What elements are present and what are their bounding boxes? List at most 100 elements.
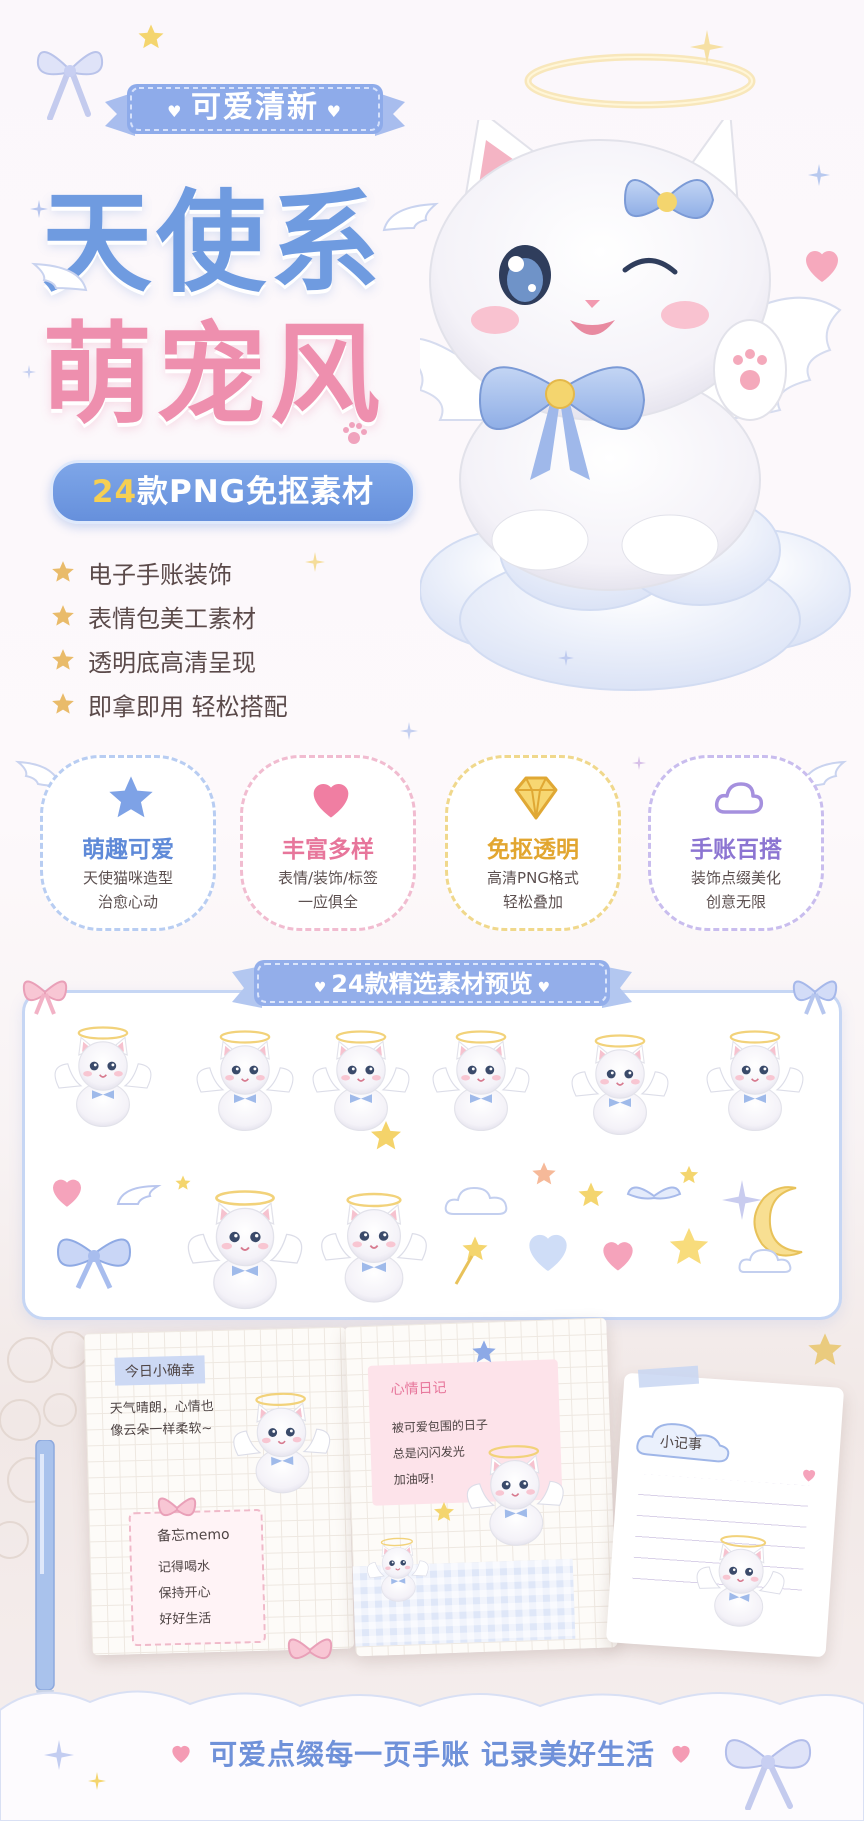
sparkle-icon — [88, 1772, 106, 1790]
card-line: 表情/装饰/标签 — [277, 869, 379, 887]
asset-count-text: 款PNG免抠素材 — [137, 474, 375, 510]
heart-sticker-icon — [46, 1170, 88, 1212]
star-sticker-icon — [368, 1118, 404, 1154]
cat-sticker-icon — [225, 1387, 338, 1500]
feature-item: 透明底高清呈现 — [50, 638, 288, 682]
pink-bow-icon — [157, 1497, 197, 1517]
card-title: 手账百搭 — [690, 837, 782, 863]
heart-icon: ♥ — [532, 980, 551, 996]
pink-bow-icon — [22, 980, 68, 1015]
heart-icon: ♥ — [313, 980, 332, 996]
card-title: 萌趣可爱 — [82, 837, 174, 863]
star-sticker-icon — [666, 1224, 712, 1270]
card-line: 一应俱全 — [297, 893, 358, 911]
star-decoration-icon — [136, 22, 166, 52]
paw-icon — [343, 422, 367, 444]
sparkle-icon — [558, 650, 574, 666]
star-sticker-icon — [530, 1160, 558, 1188]
memo-title: 备忘memo — [156, 1526, 230, 1545]
left-page-line: 像云朵一样柔软~ — [110, 1421, 213, 1439]
heart-icon — [305, 772, 357, 824]
star-sticker-icon — [432, 1500, 456, 1524]
star-bullet-icon — [50, 559, 76, 585]
memo-item: 保持开心 — [158, 1585, 211, 1602]
cat-sticker-icon — [426, 1026, 536, 1136]
cat-sticker-icon — [560, 1030, 680, 1140]
memo-item: 记得喝水 — [157, 1559, 211, 1576]
asset-count-badge: 24款PNG免抠素材 — [50, 460, 416, 524]
gold-star-charm-icon — [805, 1330, 845, 1370]
star-bullet-icon — [50, 603, 76, 629]
angel-cat-illustration — [420, 120, 851, 691]
feature-item: 即拿即用 轻松搭配 — [50, 682, 288, 726]
sparkle-icon — [22, 365, 36, 379]
blue-bow-icon — [792, 980, 838, 1015]
diamond-icon — [514, 776, 558, 820]
heart-icon — [668, 1740, 694, 1766]
cat-sticker-icon — [48, 1022, 158, 1132]
blue-bow-sticker-icon — [56, 1238, 132, 1290]
washi-tape — [637, 1365, 700, 1388]
heart-icon — [799, 1465, 818, 1484]
cat-sticker-icon — [700, 1026, 810, 1136]
moon-sticker-icon — [738, 1186, 803, 1273]
heart-sticker-icon — [596, 1232, 640, 1276]
sparkle-icon — [44, 1740, 74, 1770]
diary-line: 被可爱包围的日子 — [391, 1417, 489, 1436]
feature-label: 透明底高清呈现 — [88, 648, 256, 677]
cat-sticker-icon — [180, 1185, 310, 1315]
feature-card: 萌趣可爱 天使猫咪造型 治愈心动 — [40, 755, 216, 931]
star-bullet-icon — [50, 647, 76, 673]
cloud-icon — [714, 782, 764, 814]
preview-title: 24款精选素材预览 — [331, 970, 533, 998]
feature-card: 免抠透明 高清PNG格式 轻松叠加 — [445, 755, 621, 931]
heart-icon: ♥ — [319, 102, 343, 121]
feature-card: 手账百搭 装饰点缀美化 创意无限 — [648, 755, 824, 931]
star-sticker-icon — [470, 1338, 498, 1366]
feature-label: 电子手账装饰 — [88, 560, 232, 589]
star-wand-sticker-icon — [454, 1236, 488, 1285]
memo-card: 备忘memo 记得喝水 保持开心 好好生活 — [128, 1508, 266, 1647]
card-line: 装饰点缀美化 — [690, 869, 781, 887]
cat-sticker-icon — [190, 1026, 300, 1136]
title-line-2: 萌宠风 — [42, 311, 384, 439]
left-page-title: 今日小确幸 — [114, 1355, 206, 1386]
heart-sticker-icon — [520, 1222, 576, 1278]
note-title: 小记事 — [659, 1434, 703, 1454]
card-line: 高清PNG格式 — [487, 869, 579, 887]
card-line: 创意无限 — [705, 893, 766, 911]
diary-title: 心情日记 — [390, 1380, 447, 1399]
card-line: 治愈心动 — [97, 893, 158, 911]
wing-icon — [31, 262, 88, 292]
notebook-right-page: 心情日记 被可爱包围的日子 总是闪闪发光 加油呀! — [344, 1317, 618, 1657]
wing-sticker-icon — [626, 1186, 682, 1200]
pink-bow-icon — [287, 1638, 333, 1659]
halo-decoration — [524, 53, 756, 109]
wing-sticker-icon — [116, 1184, 162, 1205]
card-title: 免抠透明 — [487, 837, 579, 863]
star-sticker-icon — [576, 1180, 606, 1210]
title-line-1: 天使系 — [42, 179, 384, 307]
card-line: 轻松叠加 — [502, 893, 563, 911]
heart-icon: ♥ — [167, 102, 191, 121]
feature-label: 表情包美工素材 — [88, 604, 256, 633]
note-card: 小记事 — [605, 1365, 845, 1658]
left-page-line: 天气晴朗，心情也 — [109, 1399, 215, 1417]
cloud-sticker-icon — [444, 1186, 508, 1215]
notebook-left-page: 今日小确幸 天气晴朗，心情也 像云朵一样柔软~ 备忘memo 记得喝水 保持开心… — [83, 1326, 355, 1656]
ribbon-bow-decoration — [36, 51, 104, 120]
feature-label: 即拿即用 轻松搭配 — [88, 692, 288, 721]
star-sticker-icon — [678, 1164, 700, 1186]
asset-count-number: 24 — [91, 474, 138, 510]
sparkle-icon — [305, 552, 325, 572]
card-title: 丰富多样 — [282, 837, 374, 863]
star-icon — [105, 772, 157, 824]
feature-item: 电子手账装饰 — [50, 550, 288, 594]
ribbon-bow-decoration — [724, 1739, 812, 1810]
cat-sticker-icon — [687, 1528, 794, 1635]
tag-label: 可爱清新 — [191, 90, 319, 125]
card-line: 天使猫咪造型 — [82, 869, 173, 887]
memo-item: 好好生活 — [159, 1611, 212, 1628]
cat-sticker-icon — [458, 1439, 572, 1553]
star-bullet-icon — [50, 691, 76, 717]
